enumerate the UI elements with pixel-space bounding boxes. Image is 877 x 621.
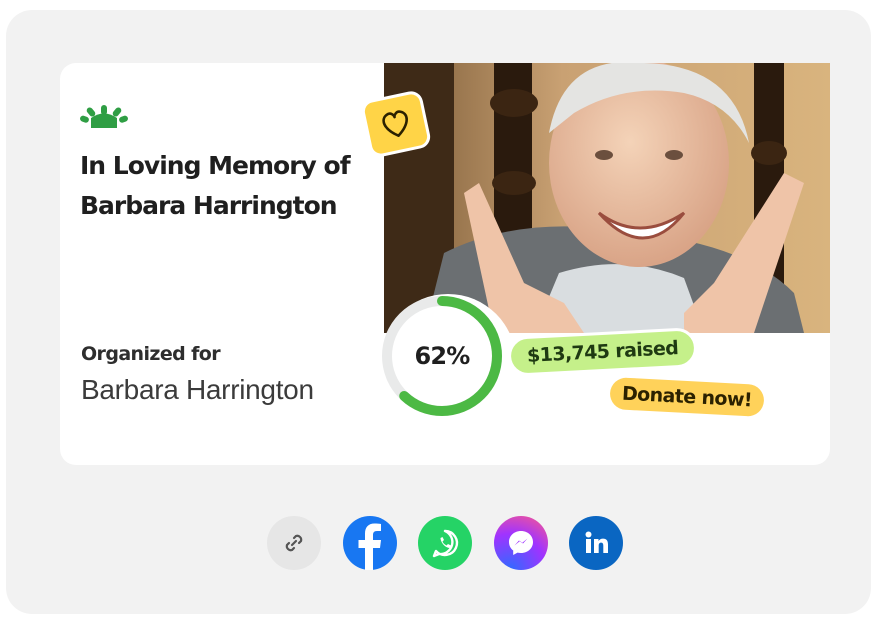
organized-for-label: Organized for	[81, 343, 221, 365]
progress-percent-label: 62%	[414, 342, 470, 370]
share-buttons	[267, 516, 627, 570]
copy-link-button[interactable]	[267, 516, 321, 570]
heart-icon	[382, 110, 408, 138]
whatsapp-icon	[432, 529, 459, 558]
messenger-share-button[interactable]	[494, 516, 548, 570]
gofundme-sprout-icon	[80, 105, 128, 128]
organizer-name: Barbara Harrington	[81, 374, 314, 405]
facebook-share-button[interactable]	[343, 516, 397, 570]
whatsapp-share-button[interactable]	[418, 516, 472, 570]
linkedin-share-button[interactable]	[569, 516, 623, 570]
facebook-icon	[358, 523, 381, 570]
link-icon	[285, 534, 303, 552]
linkedin-icon	[585, 531, 608, 553]
fundraiser-title[interactable]: In Loving Memory of Barbara Harrington	[80, 146, 380, 226]
messenger-icon	[509, 531, 533, 555]
